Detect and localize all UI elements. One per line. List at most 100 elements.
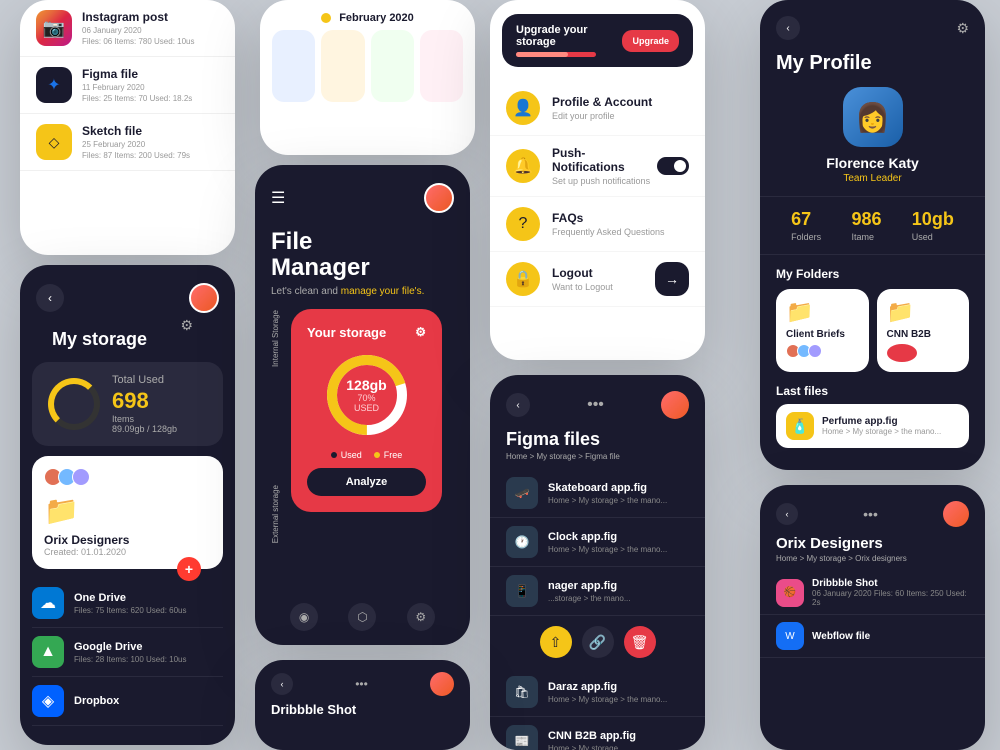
profile-section: 👩 Florence Katy Team Leader bbox=[760, 87, 985, 196]
file-icon: 🛍 bbox=[506, 676, 538, 708]
file-item-dropbox[interactable]: ◈ Dropbox bbox=[32, 677, 223, 726]
back-button[interactable]: ‹ bbox=[776, 16, 800, 40]
back-button[interactable]: ‹ bbox=[271, 673, 293, 695]
back-button[interactable]: ‹ bbox=[776, 503, 798, 525]
file-item-google[interactable]: ▲ Google Drive Files: 28 Items: 100 Used… bbox=[32, 628, 223, 677]
card-figmafiles: ‹ ••• Figma files Home > My storage > Fi… bbox=[490, 375, 705, 750]
delete-button[interactable]: 🗑 bbox=[624, 626, 656, 658]
file-row-instagram[interactable]: 📷 Instagram post 06 January 2020 Files: … bbox=[20, 0, 235, 57]
nav-settings-icon[interactable]: ⚙ bbox=[407, 603, 435, 631]
webflow-icon: W bbox=[776, 622, 804, 650]
analyze-button[interactable]: Analyze bbox=[307, 468, 426, 496]
stat-used: 10gb Used bbox=[912, 209, 954, 242]
stat-items: 986 Itame bbox=[851, 209, 881, 242]
file-name: Instagram post bbox=[82, 10, 195, 24]
used-size: 89.09gb / 128gb bbox=[112, 424, 177, 434]
file-name: Sketch file bbox=[82, 124, 190, 138]
menu-sub: Frequently Asked Questions bbox=[552, 227, 665, 237]
menu-item-logout[interactable]: 🔒 Logout Want to Logout → bbox=[490, 252, 705, 307]
back-button[interactable]: ‹ bbox=[36, 284, 64, 312]
file-list: ☁ One Drive Files: 75 Items: 620 Used: 6… bbox=[20, 579, 235, 726]
menu-icon[interactable]: ☰ bbox=[271, 188, 285, 208]
storage-usage-area: Total Used 698 Items 89.09gb / 128gb bbox=[32, 362, 223, 446]
file-row-figma[interactable]: ✦ Figma file 11 February 2020 Files: 25 … bbox=[20, 57, 235, 114]
logout-button[interactable]: → bbox=[655, 262, 689, 296]
user-avatar bbox=[430, 672, 454, 696]
storage-title: Your storage ⚙ bbox=[307, 325, 426, 340]
figma-file-item-1[interactable]: 🛹 Skateboard app.fig Home > My storage >… bbox=[490, 469, 705, 518]
bottom-nav: ◉ ⬡ ⚙ bbox=[255, 603, 470, 631]
file-meta: Home > My storage > the mano... bbox=[548, 545, 667, 554]
top-bar: ‹ ••• bbox=[255, 660, 470, 702]
more-options-icon[interactable]: ••• bbox=[587, 396, 604, 414]
storage-donut: 128gb 70% USED bbox=[322, 350, 412, 440]
file-name: Webflow file bbox=[812, 631, 870, 642]
menu-item-notifications[interactable]: 🔔 Push-Notifications Set up push notific… bbox=[490, 136, 705, 197]
back-button[interactable]: ‹ bbox=[506, 393, 530, 417]
item-count: 698 bbox=[112, 388, 177, 414]
settings-icon[interactable]: ⚙ bbox=[180, 317, 193, 334]
figma-file-item-4[interactable]: 🛍 Daraz app.fig Home > My storage > the … bbox=[490, 668, 705, 717]
legend-used: Used bbox=[331, 450, 362, 460]
folder-row: 📁 Client Briefs 📁 CNN B2B bbox=[760, 289, 985, 384]
onedrive-icon: ☁ bbox=[32, 587, 64, 619]
figma-file-item-2[interactable]: 🕐 Clock app.fig Home > My storage > the … bbox=[490, 518, 705, 567]
action-bar: ⇧ 🔗 🗑 bbox=[490, 616, 705, 668]
file-meta: Files: 25 Items: 70 Used: 18.2s bbox=[82, 94, 192, 103]
storage-progress-fill bbox=[516, 52, 568, 57]
share-button[interactable]: ⇧ bbox=[540, 626, 572, 658]
card-dribbble: ‹ ••• Dribbble Shot bbox=[255, 660, 470, 750]
menu-item-faq[interactable]: ? FAQs Frequently Asked Questions bbox=[490, 197, 705, 252]
folder-icon: 📁 bbox=[44, 494, 211, 527]
free-dot bbox=[374, 452, 380, 458]
upgrade-button[interactable]: Upgrade bbox=[622, 30, 679, 52]
used-dot bbox=[331, 452, 337, 458]
folder-header bbox=[44, 468, 211, 486]
folder-card-cnn[interactable]: 📁 CNN B2B bbox=[877, 289, 970, 372]
file-row-sketch[interactable]: ◇ Sketch file 25 February 2020 Files: 87… bbox=[20, 114, 235, 171]
file-icon: 📰 bbox=[506, 725, 538, 750]
sketch-icon: ◇ bbox=[36, 124, 72, 160]
dribbble-icon: 🏀 bbox=[776, 579, 804, 607]
top-bar: ‹ ••• bbox=[760, 485, 985, 533]
menu-item-profile[interactable]: 👤 Profile & Account Edit your profile bbox=[490, 81, 705, 136]
cal-thumb-1 bbox=[272, 30, 315, 102]
file-name: nager app.fig bbox=[548, 580, 631, 592]
more-options-icon[interactable]: ••• bbox=[863, 506, 878, 522]
instagram-icon: 📷 bbox=[36, 10, 72, 46]
storage-gb: 128gb bbox=[344, 377, 389, 393]
orix-file-item-2[interactable]: W Webflow file bbox=[760, 615, 985, 658]
folder-card-briefs[interactable]: 📁 Client Briefs bbox=[776, 289, 869, 372]
file-icon: 🧴 bbox=[786, 412, 814, 440]
file-info: Perfume app.fig Home > My storage > the … bbox=[822, 416, 941, 436]
external-storage-label: External storage bbox=[271, 485, 280, 543]
add-button[interactable]: + bbox=[177, 557, 201, 581]
stat-value: 67 bbox=[791, 209, 821, 230]
stat-label: Used bbox=[912, 232, 954, 242]
figma-file-item-5[interactable]: 📰 CNN B2B app.fig Home > My storage... bbox=[490, 717, 705, 750]
figma-file-item-3[interactable]: 📱 nager app.fig ...storage > the mano... bbox=[490, 567, 705, 616]
total-used-label: Total Used bbox=[112, 374, 177, 386]
link-button[interactable]: 🔗 bbox=[582, 626, 614, 658]
file-info: CNN B2B app.fig Home > My storage... bbox=[548, 730, 636, 750]
last-file-item[interactable]: 🧴 Perfume app.fig Home > My storage > th… bbox=[776, 404, 969, 448]
more-options-icon[interactable]: ••• bbox=[355, 677, 368, 691]
card-orix: ‹ ••• Orix Designers Home > My storage >… bbox=[760, 485, 985, 750]
bell-icon: 🔔 bbox=[506, 149, 540, 183]
cal-thumb-2 bbox=[321, 30, 364, 102]
card-filemanager: ☰ FileManager Let's clean and manage you… bbox=[255, 165, 470, 645]
calendar-header: February 2020 bbox=[260, 0, 475, 30]
settings-icon[interactable]: ⚙ bbox=[956, 20, 969, 37]
nav-compass-icon[interactable]: ◉ bbox=[290, 603, 318, 631]
file-name: Figma file bbox=[82, 67, 192, 81]
page-title: Figma files bbox=[490, 425, 705, 450]
profile-avatar: 👩 bbox=[843, 87, 903, 147]
google-drive-icon: ▲ bbox=[32, 636, 64, 668]
legend-free: Free bbox=[374, 450, 403, 460]
notifications-toggle[interactable] bbox=[657, 157, 689, 175]
page-title: My Profile bbox=[760, 48, 985, 87]
nav-file-icon[interactable]: ⬡ bbox=[348, 603, 376, 631]
file-item-onedrive[interactable]: ☁ One Drive Files: 75 Items: 620 Used: 6… bbox=[32, 579, 223, 628]
file-item-text: One Drive Files: 75 Items: 620 Used: 60u… bbox=[74, 592, 187, 615]
orix-file-item-1[interactable]: 🏀 Dribbble Shot 06 January 2020 Files: 6… bbox=[760, 571, 985, 615]
